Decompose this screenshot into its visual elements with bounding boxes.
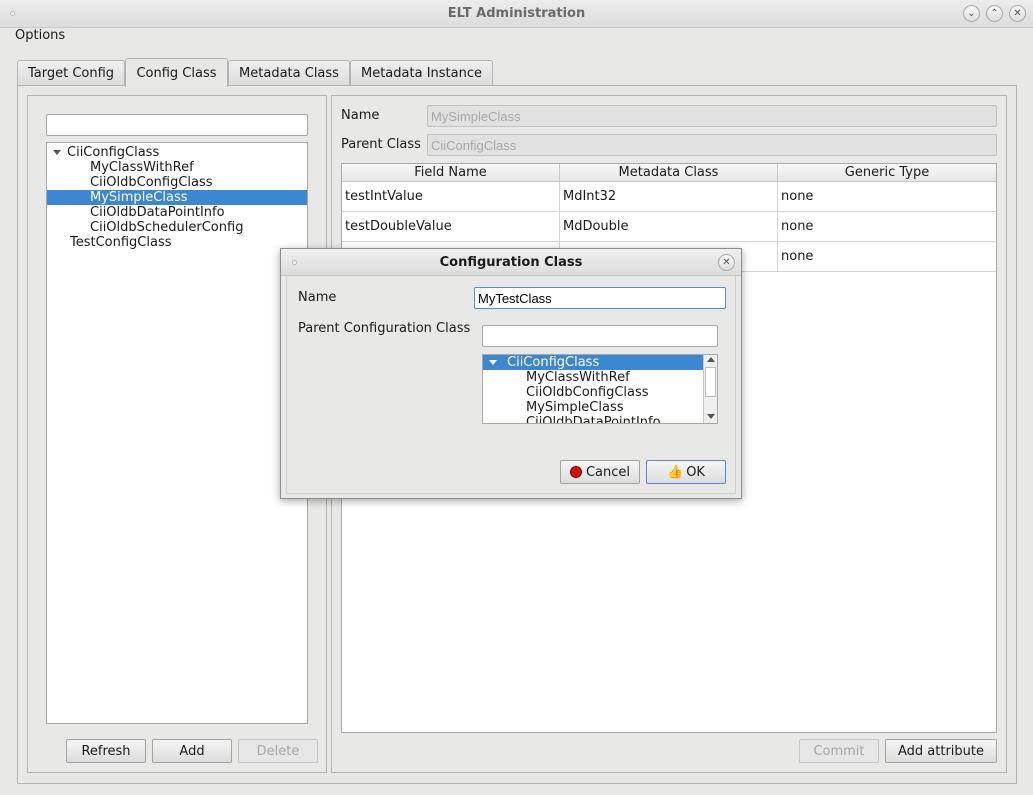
dialog-tree-scrollbar[interactable] [703, 355, 717, 423]
menu-options[interactable]: Options [15, 28, 65, 43]
dialog-close-icon[interactable]: ✕ [718, 254, 735, 271]
dialog-tree-item-mysimpleclass[interactable]: MySimpleClass [483, 400, 703, 415]
dialog-title: Configuration Class [439, 255, 583, 270]
tab-target-config[interactable]: Target Config [17, 60, 125, 86]
configuration-class-dialog: Configuration Class ✕ Name Parent Config… [280, 248, 742, 499]
dialog-body: Name Parent Configuration Class CiiConfi… [286, 276, 736, 494]
name-label: Name [341, 108, 380, 123]
dialog-parent-tree[interactable]: CiiConfigClass MyClassWithRef CiiOldbCon… [482, 354, 718, 424]
table-cell[interactable]: testIntValue [342, 182, 560, 212]
dialog-name-input[interactable] [474, 287, 726, 309]
thumbs-up-icon: 👍 [667, 464, 684, 480]
table-cell[interactable]: none [778, 212, 996, 242]
ok-button[interactable]: 👍 OK [646, 460, 726, 484]
dialog-tree-item-myclasswithref[interactable]: MyClassWithRef [483, 370, 703, 385]
cancel-icon [569, 466, 582, 478]
table-cell[interactable]: MdInt32 [560, 182, 778, 212]
refresh-button[interactable]: Refresh [66, 739, 146, 763]
column-header-field-name[interactable]: Field Name [342, 164, 560, 182]
dialog-name-label: Name [298, 290, 337, 305]
scroll-thumb[interactable] [705, 367, 716, 397]
class-tree[interactable]: CiiConfigClass MyClassWithRef CiiOldbCon… [46, 142, 308, 724]
table-cell[interactable]: testDoubleValue [342, 212, 560, 242]
column-header-generic-type[interactable]: Generic Type [778, 164, 996, 182]
tree-item-ciioldbdatapointinfo[interactable]: CiiOldbDataPointInfo [47, 205, 307, 220]
maximize-icon[interactable]: ⌃ [986, 5, 1003, 22]
dialog-tree-item-ciioldbdatapointinfo[interactable]: CiiOldbDataPointInfo [483, 415, 703, 423]
tree-item-ciiconfigclass[interactable]: CiiConfigClass [47, 145, 307, 160]
scroll-up-icon[interactable] [707, 357, 715, 362]
scroll-down-icon[interactable] [707, 414, 715, 419]
add-attribute-button[interactable]: Add attribute [885, 739, 997, 763]
tree-item-ciioldbschedulerconfig[interactable]: CiiOldbSchedulerConfig [47, 220, 307, 235]
class-filter-input[interactable] [46, 114, 308, 136]
column-header-metadata-class[interactable]: Metadata Class [560, 164, 778, 182]
window-titlebar: ELT Administration ⌄ ⌃ ✕ [0, 0, 1033, 28]
dialog-parent-filter-input[interactable] [482, 325, 718, 347]
tree-item-testconfigclass[interactable]: TestConfigClass [47, 235, 307, 250]
close-icon[interactable]: ✕ [1009, 5, 1026, 22]
dialog-titlebar: Configuration Class ✕ [281, 249, 741, 276]
dialog-parent-label: Parent Configuration Class [298, 321, 471, 336]
cancel-button[interactable]: Cancel [560, 460, 640, 484]
table-cell[interactable]: none [778, 242, 996, 272]
table-cell[interactable]: MdDouble [560, 212, 778, 242]
add-button[interactable]: Add [152, 739, 232, 763]
parent-class-label: Parent Class [341, 137, 421, 152]
window-title: ELT Administration [447, 6, 586, 21]
tab-config-class[interactable]: Config Class [125, 58, 228, 87]
parent-class-field[interactable] [427, 134, 997, 156]
dialog-tree-item-ciioldbconfigclass[interactable]: CiiOldbConfigClass [483, 385, 703, 400]
dialog-tree-item-ciiconfigclass[interactable]: CiiConfigClass [483, 355, 703, 370]
tab-metadata-class[interactable]: Metadata Class [228, 60, 350, 86]
expand-arrow-icon[interactable] [53, 150, 61, 155]
tree-item-myclasswithref[interactable]: MyClassWithRef [47, 160, 307, 175]
class-name-field[interactable] [427, 105, 997, 127]
tree-item-ciioldbconfigclass[interactable]: CiiOldbConfigClass [47, 175, 307, 190]
table-cell[interactable]: none [778, 182, 996, 212]
commit-button[interactable]: Commit [799, 739, 879, 763]
delete-button[interactable]: Delete [238, 739, 318, 763]
tree-item-mysimpleclass[interactable]: MySimpleClass [47, 190, 307, 205]
tab-metadata-instance[interactable]: Metadata Instance [350, 60, 493, 86]
menu-bar: Options [0, 28, 1033, 47]
minimize-icon[interactable]: ⌄ [963, 5, 980, 22]
expand-arrow-icon[interactable] [489, 360, 497, 365]
